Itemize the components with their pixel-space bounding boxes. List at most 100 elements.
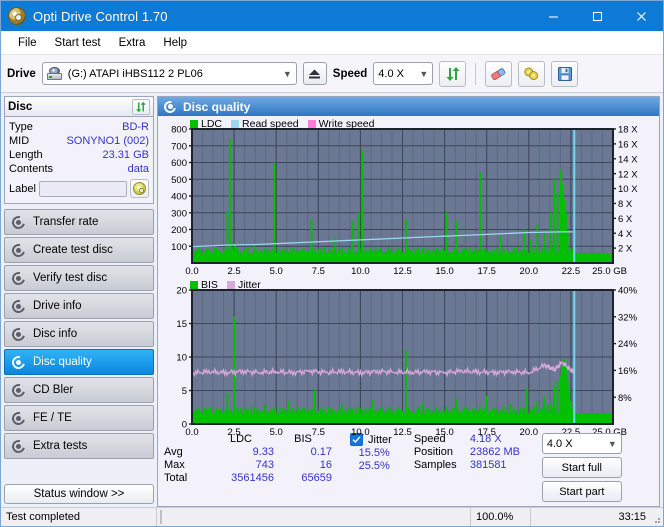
maximize-icon[interactable] — [575, 1, 619, 31]
svg-text:40%: 40% — [618, 286, 638, 297]
minimize-icon[interactable] — [531, 1, 575, 31]
disc-type-label: Type — [9, 121, 33, 133]
disc-label-button[interactable] — [130, 179, 149, 198]
sidebar: Disc Type BD-R MID SONYNO1 (002) Length … — [1, 93, 157, 507]
title-bar: Opti Drive Control 1.70 — [1, 1, 663, 31]
stats-total-ldc: 3561456 — [231, 472, 274, 484]
svg-text:15.0: 15.0 — [435, 427, 454, 438]
close-icon[interactable] — [619, 1, 663, 31]
svg-text:5.0: 5.0 — [270, 266, 283, 277]
disc-test-icon — [9, 269, 28, 287]
disc-test-icon — [9, 241, 28, 259]
svg-text:12.5: 12.5 — [393, 266, 412, 277]
legend-label: BIS — [201, 279, 218, 291]
sidebar-item-transfer-rate[interactable]: Transfer rate — [4, 209, 154, 235]
eject-button[interactable] — [302, 62, 327, 85]
svg-text:8 X: 8 X — [618, 199, 633, 210]
test-speed-select[interactable]: 4.0 X ▼ — [541, 433, 622, 454]
disc-row-mid: MID SONYNO1 (002) — [9, 134, 149, 148]
menu-extra[interactable]: Extra — [110, 34, 155, 52]
svg-text:32%: 32% — [618, 312, 638, 323]
eraser-button[interactable] — [485, 60, 513, 87]
legend-label: Write speed — [318, 118, 375, 130]
sidebar-item-create-test-disc[interactable]: Create test disc — [4, 237, 154, 263]
status-bar: Test completed 100.0% 33:15 — [1, 507, 663, 526]
bis-chart: BIS Jitter 0 5 10 15 20 8% 16% 24% 32% 40% 0.0 2.5 5… — [160, 279, 657, 439]
page-title: Disc quality — [183, 99, 251, 114]
svg-text:10 X: 10 X — [618, 184, 638, 195]
svg-text:10.0: 10.0 — [351, 427, 370, 438]
disc-refresh-button[interactable] — [132, 98, 150, 115]
legend-label: LDC — [201, 118, 223, 130]
svg-text:7.5: 7.5 — [312, 266, 325, 277]
save-button[interactable] — [551, 60, 579, 87]
svg-text:200: 200 — [171, 225, 187, 236]
eraser-icon — [491, 67, 506, 80]
stats-max-ldc: 743 — [255, 459, 274, 471]
status-window-button[interactable]: Status window >> — [4, 484, 154, 504]
svg-text:20: 20 — [176, 286, 187, 297]
settings-button[interactable] — [518, 60, 546, 87]
stats-avg-ldc: 9.33 — [252, 446, 274, 458]
sidebar-item-label: Transfer rate — [33, 216, 99, 228]
sidebar-item-verify-test-disc[interactable]: Verify test disc — [4, 265, 154, 291]
sidebar-nav: Transfer rate Create test disc Verify te… — [4, 209, 154, 459]
menu-file[interactable]: File — [9, 34, 46, 52]
sidebar-item-label: Create test disc — [33, 244, 113, 256]
disc-test-icon — [9, 437, 28, 455]
start-full-button[interactable]: Start full — [541, 457, 622, 478]
disc-label-row: Label — [9, 179, 149, 198]
test-speed-value: 4.0 X — [546, 437, 573, 450]
svg-text:15.0: 15.0 — [435, 266, 454, 277]
svg-text:2.5: 2.5 — [227, 266, 240, 277]
sidebar-item-label: CD Bler — [33, 384, 74, 396]
save-icon — [557, 66, 572, 81]
drive-label: Drive — [7, 67, 36, 80]
svg-text:14 X: 14 X — [618, 154, 638, 165]
chevron-down-icon: ▼ — [282, 68, 292, 79]
bis-chart-legend: BIS Jitter — [190, 279, 261, 291]
disc-row-type: Type BD-R — [9, 120, 149, 134]
svg-text:15: 15 — [176, 319, 187, 330]
refresh-button[interactable] — [439, 60, 467, 87]
sidebar-item-label: Disc info — [33, 328, 78, 340]
disc-contents-label: Contents — [9, 163, 54, 175]
disc-mid-label: MID — [9, 135, 30, 147]
sidebar-item-disc-info[interactable]: Disc info — [4, 321, 154, 347]
legend-item-ldc: LDC — [190, 118, 222, 130]
svg-text:0.0: 0.0 — [185, 266, 198, 277]
svg-text:7.5: 7.5 — [312, 427, 325, 438]
disc-test-icon — [9, 297, 28, 315]
sidebar-item-cd-bler[interactable]: CD Bler — [4, 377, 154, 403]
drive-select-value: (G:) ATAPI iHBS112 2 PL06 — [67, 67, 203, 80]
body: Disc Type BD-R MID SONYNO1 (002) Length … — [1, 93, 663, 507]
speed-label: Speed — [332, 67, 368, 80]
svg-text:18 X: 18 X — [618, 125, 638, 136]
svg-text:5: 5 — [182, 386, 187, 397]
speed-select[interactable]: 4.0 X ▼ — [373, 62, 434, 85]
start-part-button[interactable]: Start part — [541, 481, 622, 502]
disc-label-input[interactable] — [38, 180, 127, 197]
menu-help[interactable]: Help — [154, 34, 196, 52]
svg-text:25.0 GB: 25.0 GB — [592, 266, 627, 277]
drive-select[interactable]: (G:) ATAPI iHBS112 2 PL06 ▼ — [41, 62, 297, 85]
disc-contents-value: data — [127, 163, 149, 175]
svg-text:500: 500 — [171, 175, 187, 186]
sidebar-item-drive-info[interactable]: Drive info — [4, 293, 154, 319]
svg-text:22.5: 22.5 — [562, 266, 581, 277]
sidebar-item-extra-tests[interactable]: Extra tests — [4, 433, 154, 459]
menu-start-test[interactable]: Start test — [46, 34, 110, 52]
disc-test-icon — [9, 213, 28, 231]
legend-item-bis: BIS — [190, 279, 218, 291]
sidebar-item-disc-quality[interactable]: Disc quality — [4, 349, 154, 375]
panel-header: Disc quality — [158, 97, 659, 116]
svg-text:12 X: 12 X — [618, 169, 638, 180]
sidebar-item-fe-te[interactable]: FE / TE — [4, 405, 154, 431]
stats-row-label: Avg — [164, 446, 183, 458]
sidebar-item-label: Verify test disc — [33, 272, 108, 284]
stats-total-bis: 65659 — [301, 472, 332, 484]
window-title: Opti Drive Control 1.70 — [33, 8, 168, 24]
stats-row-label: Total — [164, 472, 188, 484]
refresh-icon — [136, 101, 146, 112]
toolbar: Drive (G:) ATAPI iHBS112 2 PL06 ▼ Speed … — [1, 55, 663, 93]
